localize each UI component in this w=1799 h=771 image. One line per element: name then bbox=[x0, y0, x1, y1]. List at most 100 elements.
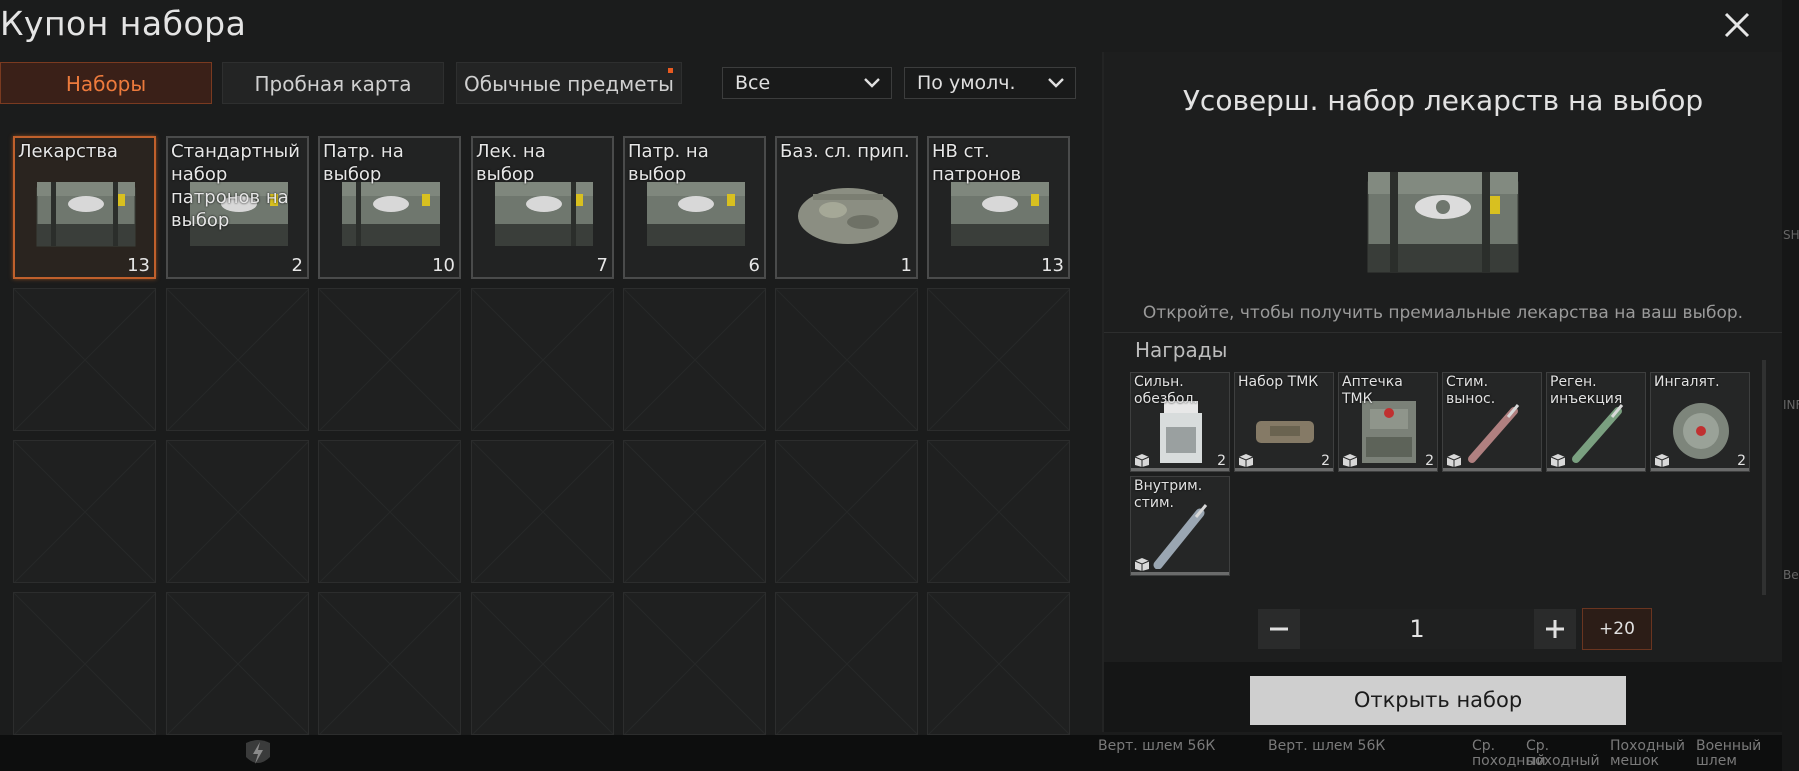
kit-label: НВ ст. патронов bbox=[932, 141, 1022, 185]
tab-regular-items-label: Обычные предметы bbox=[464, 72, 674, 96]
background-edge bbox=[1782, 0, 1799, 771]
kit-count: 7 bbox=[596, 255, 608, 276]
empty-slot bbox=[13, 592, 156, 735]
empty-slot bbox=[471, 288, 614, 431]
kit-count: 13 bbox=[1041, 255, 1064, 276]
lightning-emblem-icon bbox=[246, 740, 270, 764]
empty-slot bbox=[775, 592, 918, 735]
quantity-increase-button[interactable] bbox=[1534, 609, 1576, 649]
tab-trial-card-label: Пробная карта bbox=[254, 72, 412, 96]
empty-slot bbox=[471, 440, 614, 583]
reward-inhaler[interactable]: Ингалят. 2 bbox=[1650, 372, 1750, 472]
reward-label: Стим. вынос. bbox=[1446, 374, 1496, 407]
empty-slot bbox=[927, 440, 1070, 583]
medical-crate-icon bbox=[36, 182, 136, 247]
rarity-bar bbox=[1131, 572, 1229, 575]
kit-count: 1 bbox=[900, 255, 912, 276]
empty-slot bbox=[166, 288, 309, 431]
hud-item-label: Верт. шлем 56К bbox=[1268, 738, 1386, 754]
kit-label: Баз. сл. прип. bbox=[780, 141, 910, 162]
package-icon bbox=[1238, 454, 1254, 467]
kit-count: 10 bbox=[432, 255, 455, 276]
rarity-bar bbox=[1131, 468, 1229, 471]
category-select[interactable]: Все bbox=[722, 67, 892, 99]
package-icon bbox=[1134, 454, 1150, 467]
reward-regen-injection[interactable]: Реген. инъекция bbox=[1546, 372, 1646, 472]
close-icon bbox=[1724, 12, 1750, 38]
rarity-bar bbox=[1651, 468, 1749, 471]
reward-endurance-stim[interactable]: Стим. вынос. bbox=[1442, 372, 1542, 472]
reward-tmk-medkit[interactable]: Аптечка ТМК 2 bbox=[1338, 372, 1438, 472]
quantity-input[interactable]: 1 bbox=[1300, 609, 1534, 649]
close-button[interactable] bbox=[1722, 10, 1752, 40]
duffel-bag-icon bbox=[798, 188, 898, 244]
kit-label: Стандартный набор патронов на выбор bbox=[171, 141, 300, 231]
rarity-bar bbox=[1443, 468, 1541, 471]
kit-cell-med-choice[interactable]: Лек. на выбор 7 bbox=[471, 136, 614, 279]
kit-cell-ammo-choice[interactable]: Патр. на выбор 10 bbox=[318, 136, 461, 279]
quantity-plus20-button[interactable]: +20 bbox=[1582, 608, 1652, 650]
sort-select-value: По умолч. bbox=[917, 72, 1016, 94]
reward-tmk-kit[interactable]: Набор ТМК 2 bbox=[1234, 372, 1334, 472]
hud-item-label: Военный шлем bbox=[1696, 738, 1762, 769]
empty-slot bbox=[166, 592, 309, 735]
reward-label: Сильн. обезбол. bbox=[1134, 374, 1198, 407]
rewards-header: Награды bbox=[1135, 338, 1228, 362]
detail-description: Откройте, чтобы получить премиальные лек… bbox=[1142, 303, 1744, 323]
category-select-value: Все bbox=[735, 72, 771, 94]
reward-count: 2 bbox=[1737, 453, 1746, 469]
open-kit-button[interactable]: Открыть набор bbox=[1250, 676, 1626, 725]
tab-kits-label: Наборы bbox=[65, 72, 147, 96]
kit-cell-ammo-choice-2[interactable]: Патр. на выбор 6 bbox=[623, 136, 766, 279]
hud-item-label: Верт. шлем 56К bbox=[1098, 738, 1216, 754]
package-icon bbox=[1342, 454, 1358, 467]
detail-title: Усоверш. набор лекарств на выбор bbox=[1182, 84, 1704, 117]
tab-regular-items[interactable]: Обычные предметы bbox=[456, 62, 682, 104]
kit-cell-medicines[interactable]: Лекарства 13 bbox=[13, 136, 156, 279]
empty-slot bbox=[623, 440, 766, 583]
empty-slot bbox=[13, 288, 156, 431]
empty-slot bbox=[166, 440, 309, 583]
empty-slot bbox=[775, 440, 918, 583]
kit-count: 6 bbox=[748, 255, 760, 276]
kit-count: 13 bbox=[127, 255, 150, 276]
quantity-decrease-button[interactable] bbox=[1258, 609, 1300, 649]
inhaler-icon bbox=[1673, 403, 1729, 459]
reward-label: Ингалят. bbox=[1654, 374, 1720, 390]
medical-crate-icon bbox=[1367, 172, 1519, 273]
hud-item-label: Походный мешок bbox=[1610, 738, 1685, 769]
plus-icon bbox=[1546, 620, 1564, 638]
kit-cell-basic-supplies[interactable]: Баз. сл. прип. 1 bbox=[775, 136, 918, 279]
empty-slot bbox=[927, 288, 1070, 431]
reward-label: Набор ТМК bbox=[1238, 374, 1319, 390]
kit-cell-standard-ammo[interactable]: Стандартный набор патронов на выбор 2 bbox=[166, 136, 309, 279]
package-icon bbox=[1550, 454, 1566, 467]
sort-select[interactable]: По умолч. bbox=[904, 67, 1076, 99]
notification-dot bbox=[668, 68, 673, 73]
empty-slot bbox=[471, 592, 614, 735]
kit-label: Патр. на выбор bbox=[323, 141, 404, 185]
rarity-bar bbox=[1339, 468, 1437, 471]
reward-strong-painkiller[interactable]: Сильн. обезбол. 2 bbox=[1130, 372, 1230, 472]
kit-grid: Лекарства 13 Стандартный набор патронов … bbox=[0, 118, 1102, 735]
edge-label: INF bbox=[1783, 398, 1799, 412]
window-title: Купон набора bbox=[0, 4, 247, 43]
reward-intramuscular-stim[interactable]: Внутрим. стим. bbox=[1130, 476, 1230, 576]
reward-count: 2 bbox=[1217, 453, 1226, 469]
rarity-bar bbox=[1235, 468, 1333, 471]
kit-label: Лекарства bbox=[18, 141, 118, 162]
reward-label: Реген. инъекция bbox=[1550, 374, 1623, 407]
kit-cell-nv-ammo[interactable]: НВ ст. патронов 13 bbox=[927, 136, 1070, 279]
tab-trial-card[interactable]: Пробная карта bbox=[222, 62, 444, 104]
empty-slot bbox=[623, 288, 766, 431]
rewards-divider bbox=[1104, 332, 1782, 333]
chevron-down-icon bbox=[864, 78, 880, 88]
reward-label: Внутрим. стим. bbox=[1134, 478, 1203, 511]
reward-label: Аптечка ТМК bbox=[1342, 374, 1403, 407]
reward-count: 2 bbox=[1425, 453, 1434, 469]
empty-slot bbox=[318, 592, 461, 735]
edge-label: SH bbox=[1783, 228, 1799, 242]
rewards-scrollbar[interactable] bbox=[1762, 360, 1766, 595]
package-icon bbox=[1134, 558, 1150, 571]
tab-kits[interactable]: Наборы bbox=[0, 62, 212, 104]
